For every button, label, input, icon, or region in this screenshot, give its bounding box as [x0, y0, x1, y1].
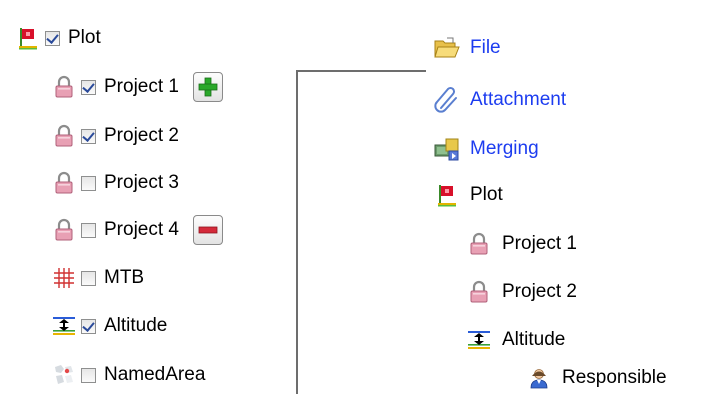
altitude-checkbox[interactable] — [81, 318, 96, 334]
selection-list-box[interactable] — [296, 70, 426, 394]
grid-icon — [50, 264, 78, 292]
tree-item-project-1-nav[interactable]: Project 1 — [464, 229, 577, 259]
named-area-checkbox[interactable] — [81, 367, 96, 383]
tree-item-responsible[interactable]: Responsible — [524, 363, 667, 393]
lock-icon — [50, 122, 78, 150]
tree-item-label: Project 1 — [104, 76, 179, 97]
tree-item-attachment[interactable]: Attachment — [432, 85, 566, 115]
plot-flag-icon — [432, 180, 462, 210]
lock-icon — [50, 73, 78, 101]
tree-item-plot-nav[interactable]: Plot — [432, 180, 503, 210]
tree-item-label: Project 3 — [104, 172, 179, 193]
merge-icon — [432, 134, 462, 164]
project-4-checkbox[interactable] — [81, 222, 96, 238]
tree-item-project-1[interactable]: Project 1 — [50, 72, 223, 102]
lock-icon — [50, 216, 78, 244]
lock-icon — [50, 169, 78, 197]
project-3-checkbox[interactable] — [81, 175, 96, 191]
tree-item-file[interactable]: File — [432, 33, 501, 63]
minus-icon — [198, 226, 218, 234]
tree-item-label: Plot — [68, 27, 101, 48]
folder-open-icon — [432, 33, 462, 63]
project-2-checkbox[interactable] — [81, 128, 96, 144]
tree-item-label: Plot — [470, 184, 503, 205]
tree-item-project-2[interactable]: Project 2 — [50, 122, 179, 150]
tree-item-label: Project 4 — [104, 219, 179, 240]
tree-item-label: Merging — [470, 138, 539, 159]
tree-item-plot[interactable]: Plot — [14, 24, 101, 52]
tree-item-label: Project 2 — [104, 125, 179, 146]
layer-checklist: Plot Project 1 Project 2 Project 3 Proje… — [0, 0, 290, 394]
tree-item-label: Altitude — [502, 329, 566, 350]
tree-item-label: Project 1 — [502, 233, 577, 254]
tree-item-label: File — [470, 37, 501, 58]
paperclip-icon — [432, 85, 462, 115]
navigation-tree: File Attachment Merging Plot Project 1 P… — [428, 0, 710, 394]
tree-item-named-area[interactable]: NamedArea — [50, 361, 205, 389]
screen: Plot Project 1 Project 2 Project 3 Proje… — [0, 0, 710, 394]
lock-icon — [464, 229, 494, 259]
person-icon — [524, 363, 554, 393]
mtb-checkbox[interactable] — [81, 270, 96, 286]
tree-item-label: Attachment — [470, 89, 567, 110]
plot-flag-icon — [14, 24, 42, 52]
remove-button[interactable] — [192, 215, 223, 245]
tree-item-label: Altitude — [104, 315, 168, 336]
tree-item-label: Responsible — [562, 367, 667, 388]
tree-item-merging[interactable]: Merging — [432, 134, 539, 164]
tree-item-altitude-nav[interactable]: Altitude — [464, 325, 565, 355]
tree-item-label: Project 2 — [502, 281, 577, 302]
altitude-icon — [50, 312, 78, 340]
named-area-icon — [50, 361, 78, 389]
tree-item-project-2-nav[interactable]: Project 2 — [464, 277, 577, 307]
tree-item-project-3[interactable]: Project 3 — [50, 169, 179, 197]
add-button[interactable] — [192, 72, 223, 102]
tree-item-project-4[interactable]: Project 4 — [50, 215, 223, 245]
plus-icon — [198, 77, 218, 97]
lock-icon — [464, 277, 494, 307]
tree-item-label: MTB — [104, 267, 145, 288]
plot-checkbox[interactable] — [45, 30, 60, 46]
tree-item-label: NamedArea — [104, 364, 206, 385]
project-1-checkbox[interactable] — [81, 79, 96, 95]
altitude-icon — [464, 325, 494, 355]
tree-item-mtb[interactable]: MTB — [50, 264, 144, 292]
tree-item-altitude[interactable]: Altitude — [50, 312, 167, 340]
